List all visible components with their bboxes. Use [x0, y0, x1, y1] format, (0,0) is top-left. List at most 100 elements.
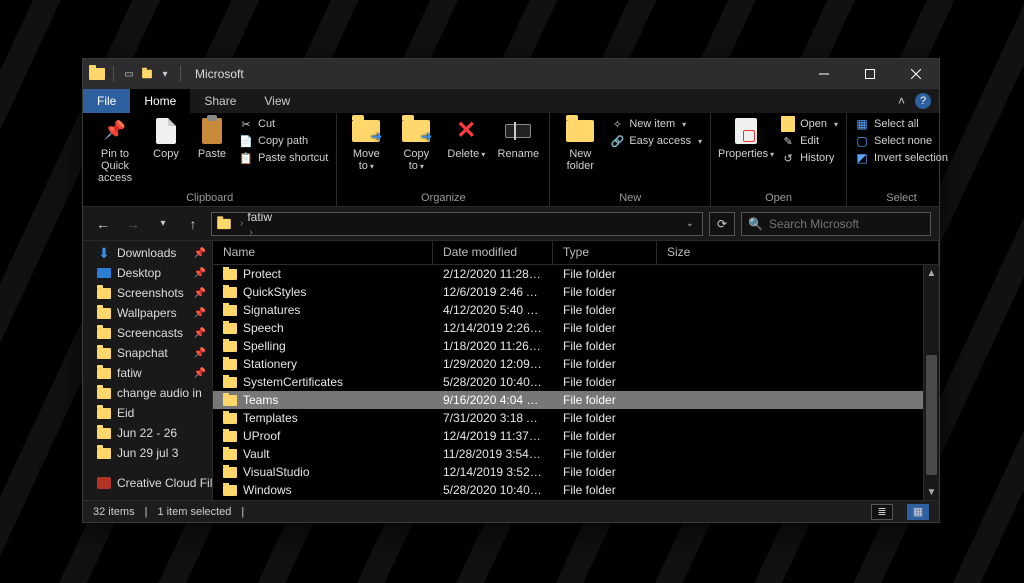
back-button[interactable]: ←: [91, 212, 115, 236]
search-input[interactable]: [769, 217, 924, 231]
table-row[interactable]: QuickStyles12/6/2019 2:46 AMFile folder: [213, 283, 939, 301]
up-button[interactable]: ↑: [181, 212, 205, 236]
collapse-ribbon-button[interactable]: ˄: [898, 94, 905, 108]
address-dropdown[interactable]: ⌄: [682, 218, 698, 229]
new-folder-button[interactable]: New folder: [558, 117, 602, 172]
paste-icon: [198, 117, 226, 145]
sidebar-item[interactable]: Jun 29 jul 3: [83, 443, 212, 463]
sidebar-item[interactable]: Desktop📌: [83, 263, 212, 283]
file-name: UProof: [243, 429, 280, 443]
sidebar-item[interactable]: Jun 22 - 26: [83, 423, 212, 443]
table-row[interactable]: Signatures4/12/2020 5:40 PMFile folder: [213, 301, 939, 319]
scroll-thumb[interactable]: [926, 355, 937, 475]
table-row[interactable]: Stationery1/29/2020 12:09 AMFile folder: [213, 355, 939, 373]
tab-view[interactable]: View: [250, 89, 304, 113]
forward-button[interactable]: →: [121, 212, 145, 236]
table-row[interactable]: Vault11/28/2019 3:54 PMFile folder: [213, 445, 939, 463]
folder-icon: [223, 485, 237, 496]
easy-access-button[interactable]: 🔗Easy access▾: [610, 134, 702, 148]
scroll-down-arrow[interactable]: ▼: [924, 484, 939, 500]
cut-button[interactable]: ✂Cut: [239, 117, 328, 131]
qat-separator: [113, 66, 114, 82]
minimize-button[interactable]: [801, 59, 847, 89]
rename-button[interactable]: Rename: [495, 117, 541, 160]
table-row[interactable]: Teams9/16/2020 4:04 PMFile folder: [213, 391, 939, 409]
copy-path-button[interactable]: 📄Copy path: [239, 134, 328, 148]
sidebar-item[interactable]: Creative Cloud Fil: [83, 473, 212, 493]
table-row[interactable]: SystemCertificates5/28/2020 10:40 AMFile…: [213, 373, 939, 391]
history-button[interactable]: ↺History: [781, 151, 838, 165]
delete-button[interactable]: ✕ Delete▾: [445, 117, 487, 160]
new-item-icon: ✧: [610, 117, 624, 131]
move-to-button[interactable]: ➜ Move to▾: [345, 117, 387, 172]
table-row[interactable]: Templates7/31/2020 3:18 AMFile folder: [213, 409, 939, 427]
new-item-button[interactable]: ✧New item▾: [610, 117, 702, 131]
sidebar-item-label: Desktop: [117, 266, 161, 280]
tab-home[interactable]: Home: [130, 89, 190, 113]
recent-locations-button[interactable]: ▾: [151, 212, 175, 236]
minimize-icon: [819, 69, 829, 79]
sidebar-item[interactable]: Screencasts📌: [83, 323, 212, 343]
file-type: File folder: [553, 465, 657, 479]
open-button[interactable]: Open▾: [781, 117, 838, 131]
tab-file[interactable]: File: [83, 89, 130, 113]
refresh-button[interactable]: ⟳: [709, 212, 735, 236]
column-size[interactable]: Size: [657, 241, 939, 264]
breadcrumb-sep[interactable]: ›: [249, 227, 252, 236]
search-box[interactable]: 🔍: [741, 212, 931, 236]
paste-shortcut-button[interactable]: 📋Paste shortcut: [239, 151, 328, 165]
properties-button[interactable]: Properties▾: [719, 117, 773, 160]
qat-properties-icon[interactable]: ▭: [122, 67, 136, 81]
sidebar-item[interactable]: Screenshots📌: [83, 283, 212, 303]
table-row[interactable]: UProof12/4/2019 11:37 PMFile folder: [213, 427, 939, 445]
file-date: 12/14/2019 2:26 AM: [433, 321, 553, 335]
qat-customize-caret[interactable]: ▾: [158, 67, 172, 81]
table-row[interactable]: Word9/9/2020 6:18 AMFile folder: [213, 499, 939, 500]
copy-button[interactable]: Copy: [147, 117, 185, 160]
help-button[interactable]: ?: [915, 93, 931, 109]
sidebar-item-label: Screencasts: [117, 326, 183, 340]
sidebar-item[interactable]: Wallpapers📌: [83, 303, 212, 323]
qat-newfolder-icon[interactable]: [140, 67, 154, 81]
table-row[interactable]: VisualStudio12/14/2019 3:52 AMFile folde…: [213, 463, 939, 481]
column-date[interactable]: Date modified: [433, 241, 553, 264]
details-view-button[interactable]: ≣: [871, 504, 893, 520]
paste-button[interactable]: Paste: [193, 117, 231, 160]
folder-icon: [223, 269, 237, 280]
select-none-button[interactable]: ▢Select none: [855, 134, 948, 148]
close-button[interactable]: [893, 59, 939, 89]
table-row[interactable]: Spelling1/18/2020 11:26 PMFile folder: [213, 337, 939, 355]
navigation-pane[interactable]: ⬇Downloads📌Desktop📌Screenshots📌Wallpaper…: [83, 241, 213, 500]
copy-icon: [152, 117, 180, 145]
edit-button[interactable]: ✎Edit: [781, 134, 838, 148]
table-row[interactable]: Protect2/12/2020 11:28 PMFile folder: [213, 265, 939, 283]
file-rows[interactable]: Protect2/12/2020 11:28 PMFile folderQuic…: [213, 265, 939, 500]
navigation-bar: ← → ▾ ↑ › This PC›Local Disk (C:)›Users›…: [83, 207, 939, 241]
title-bar[interactable]: ▭ ▾ Microsoft: [83, 59, 939, 89]
tab-share[interactable]: Share: [190, 89, 250, 113]
column-name[interactable]: Name: [213, 241, 433, 264]
scroll-up-arrow[interactable]: ▲: [924, 265, 939, 281]
maximize-button[interactable]: [847, 59, 893, 89]
large-icons-view-button[interactable]: ▦: [907, 504, 929, 520]
table-row[interactable]: Speech12/14/2019 2:26 AMFile folder: [213, 319, 939, 337]
column-headers[interactable]: Name Date modified Type Size: [213, 241, 939, 265]
select-all-button[interactable]: ▦Select all: [855, 117, 948, 131]
sidebar-item[interactable]: fatiw📌: [83, 363, 212, 383]
sidebar-item[interactable]: ⬇Downloads📌: [83, 243, 212, 263]
vertical-scrollbar[interactable]: ▲ ▼: [923, 265, 939, 500]
breadcrumb-segment[interactable]: fatiw: [247, 212, 326, 224]
file-name: Signatures: [243, 303, 300, 317]
address-bar[interactable]: › This PC›Local Disk (C:)›Users›fatiw›Ap…: [211, 212, 703, 236]
column-type[interactable]: Type: [553, 241, 657, 264]
sidebar-item[interactable]: Snapchat📌: [83, 343, 212, 363]
sidebar-item[interactable]: Eid: [83, 403, 212, 423]
pin-to-quick-access-button[interactable]: 📌 Pin to Quick access: [91, 117, 139, 184]
invert-selection-button[interactable]: ◩Invert selection: [855, 151, 948, 165]
table-row[interactable]: Windows5/28/2020 10:40 AMFile folder: [213, 481, 939, 499]
pinned-icon: 📌: [194, 248, 206, 259]
properties-label: Properties▾: [718, 148, 774, 160]
sidebar-item[interactable]: change audio in: [83, 383, 212, 403]
copy-to-button[interactable]: ➜ Copy to▾: [395, 117, 437, 172]
search-icon: 🔍: [748, 217, 763, 231]
